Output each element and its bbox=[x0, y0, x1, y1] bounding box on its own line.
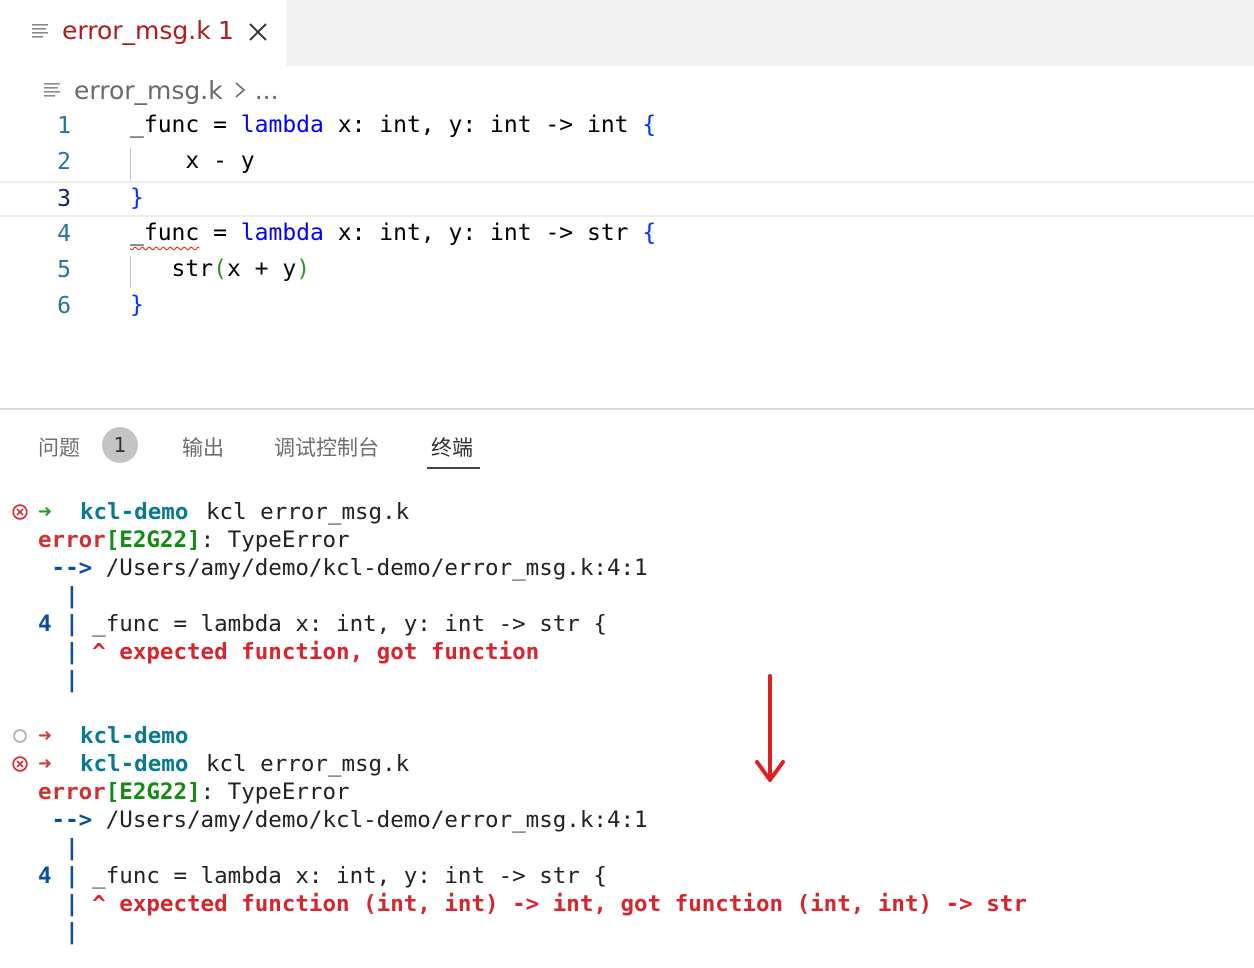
tab-problem-count: 1 bbox=[218, 16, 234, 45]
code-line-current[interactable]: 3 } bbox=[0, 181, 1254, 217]
line-number: 2 bbox=[57, 149, 71, 175]
code-line[interactable]: 2 x - y bbox=[0, 146, 1254, 182]
breadcrumb: error_msg.k ... bbox=[44, 72, 279, 108]
prompt-dir: kcl-demo bbox=[80, 499, 189, 525]
breadcrumb-more[interactable]: ... bbox=[255, 76, 279, 105]
code-line-error[interactable]: 4 _func = lambda x: int, y: int -> str { bbox=[0, 218, 1254, 254]
gutter-pipe: | bbox=[38, 835, 79, 861]
line-number: 6 bbox=[57, 293, 71, 319]
gutter-pipe: | bbox=[38, 919, 79, 945]
line-number: 1 bbox=[57, 113, 71, 139]
error-squiggle: _func bbox=[130, 220, 200, 246]
file-lines-icon bbox=[44, 83, 60, 97]
error-header: error[E2G22]: TypeError bbox=[38, 779, 350, 805]
file-lines-icon bbox=[32, 24, 48, 38]
chevron-right-icon bbox=[235, 82, 245, 98]
arrow-down-icon bbox=[755, 674, 785, 782]
code-editor[interactable]: 1 _func = lambda x: int, y: int -> int {… bbox=[0, 110, 1254, 336]
panel-divider[interactable] bbox=[0, 408, 1254, 410]
line-number: 5 bbox=[57, 257, 71, 283]
line-number: 4 bbox=[57, 221, 71, 247]
tab-terminal[interactable]: 终端 bbox=[431, 432, 473, 462]
code-line[interactable]: 6 } bbox=[0, 290, 1254, 326]
code-line[interactable]: 5 str(x + y) bbox=[0, 254, 1254, 290]
error-circle-icon[interactable] bbox=[12, 504, 28, 520]
error-source-line: 4 | _func = lambda x: int, y: int -> str… bbox=[38, 611, 607, 637]
gutter-pipe: | bbox=[38, 667, 79, 693]
status-circle-icon[interactable] bbox=[13, 729, 27, 743]
active-tab-indicator bbox=[427, 467, 480, 469]
tab-error-msg[interactable]: error_msg.k 1 bbox=[0, 0, 286, 66]
code-line[interactable]: 1 _func = lambda x: int, y: int -> int { bbox=[0, 110, 1254, 146]
tab-file-name: error_msg.k bbox=[62, 16, 211, 45]
editor-tab-bar: error_msg.k 1 bbox=[0, 0, 1254, 66]
error-header: error[E2G22]: TypeError bbox=[38, 527, 350, 553]
prompt-dir: kcl-demo bbox=[80, 723, 189, 749]
code-text: _func = lambda x: int, y: int -> str { bbox=[130, 220, 657, 246]
gutter-pipe: | bbox=[38, 583, 79, 609]
breadcrumb-file[interactable]: error_msg.k bbox=[74, 76, 223, 105]
close-icon[interactable] bbox=[247, 21, 269, 43]
prompt-dir: kcl-demo bbox=[80, 751, 189, 777]
panel-tab-bar: 问题 1 输出 调试控制台 终端 bbox=[0, 418, 1254, 474]
tab-debug-console[interactable]: 调试控制台 bbox=[274, 432, 379, 462]
tab-output[interactable]: 输出 bbox=[182, 432, 224, 462]
prompt-arrow: ➜ bbox=[38, 499, 52, 525]
code-text: x - y bbox=[130, 148, 255, 174]
tab-problems[interactable]: 问题 bbox=[38, 432, 80, 462]
error-caret-line: | ^ expected function, got function bbox=[38, 639, 540, 665]
code-text: } bbox=[130, 185, 144, 211]
prompt-command: kcl error_msg.k bbox=[206, 751, 410, 777]
error-location: --> /Users/amy/demo/kcl-demo/error_msg.k… bbox=[38, 555, 648, 581]
code-text: _func = lambda x: int, y: int -> int { bbox=[130, 112, 657, 138]
prompt-arrow: ➜ bbox=[38, 751, 52, 777]
line-number: 3 bbox=[57, 186, 71, 212]
code-text: } bbox=[130, 292, 144, 318]
error-location: --> /Users/amy/demo/kcl-demo/error_msg.k… bbox=[38, 807, 648, 833]
prompt-arrow: ➜ bbox=[38, 723, 52, 749]
error-circle-icon[interactable] bbox=[12, 756, 28, 772]
problems-badge: 1 bbox=[102, 427, 138, 463]
prompt-command: kcl error_msg.k bbox=[206, 499, 410, 525]
error-source-line: 4 | _func = lambda x: int, y: int -> str… bbox=[38, 863, 607, 889]
error-caret-line: | ^ expected function (int, int) -> int,… bbox=[38, 891, 1027, 917]
code-text: str(x + y) bbox=[130, 256, 311, 282]
